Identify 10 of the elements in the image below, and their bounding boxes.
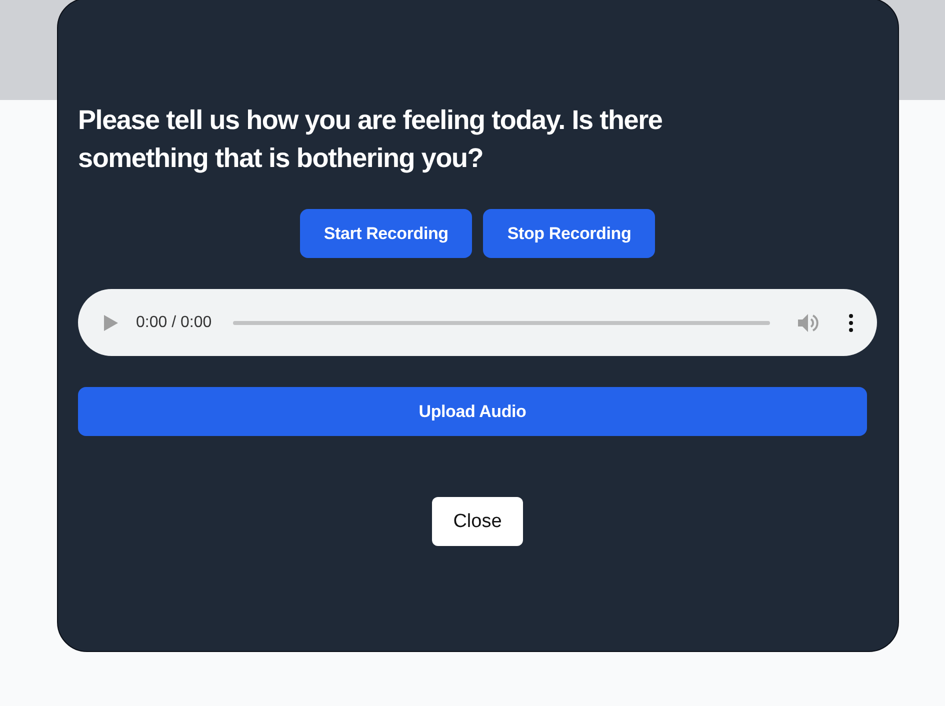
recording-button[interactable]: Stop Recording <box>483 209 656 258</box>
modal-heading: Please tell us how you are feeling today. Is there something that is bothering you? <box>78 104 664 175</box>
time-display: 0:00 / 0:00 <box>136 314 212 332</box>
close-button[interactable]: Close <box>432 497 523 546</box>
recording-button[interactable]: Start Recording <box>300 209 472 258</box>
play-icon[interactable] <box>104 314 118 330</box>
more-options-icon[interactable] <box>849 314 853 332</box>
upload-audio-button[interactable]: Upload Audio <box>78 387 867 436</box>
volume-icon[interactable] <box>798 312 820 332</box>
progress-track[interactable] <box>232 320 770 324</box>
